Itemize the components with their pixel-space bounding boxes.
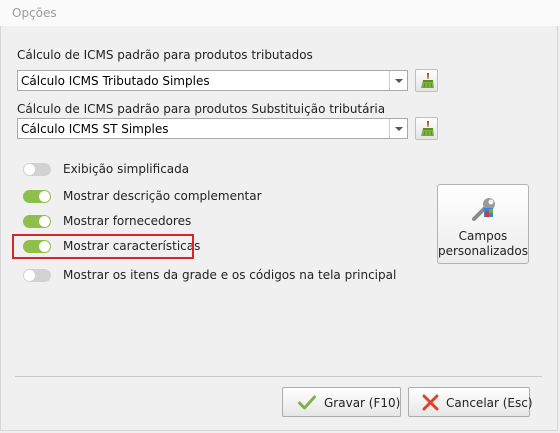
custom-fields-label-line2: personalizados: [438, 244, 529, 258]
custom-fields-button[interactable]: Campos personalizados: [437, 184, 529, 264]
toggle-knob: [39, 191, 50, 202]
toggle-exibicao-simplificada[interactable]: [23, 163, 51, 176]
icms-tributados-select[interactable]: Cálculo ICMS Tributado Simples: [17, 70, 408, 91]
toggle-label-fornecedores: Mostrar fornecedores: [63, 214, 192, 228]
toggle-knob: [24, 270, 35, 281]
window-title: Opções: [12, 6, 57, 20]
clear-icms-st-button[interactable]: [415, 117, 438, 140]
broom-icon: [421, 73, 434, 89]
toggle-itens-grade[interactable]: [23, 269, 51, 282]
toggle-label-itens-grade: Mostrar os itens da grade e os códigos n…: [63, 268, 397, 282]
icms-tributados-value: Cálculo ICMS Tributado Simples: [21, 74, 210, 88]
close-icon: [422, 394, 439, 411]
title-bar: Opções: [0, 0, 560, 26]
chevron-down-icon[interactable]: [389, 71, 407, 90]
highlight-box: [12, 234, 194, 259]
clear-icms-tributados-button[interactable]: [415, 69, 438, 92]
wrench-icon: [472, 198, 495, 221]
icms-tributados-label: Cálculo de ICMS padrão para produtos tri…: [17, 48, 313, 62]
toggle-knob: [24, 164, 35, 175]
toggle-fornecedores[interactable]: [23, 215, 51, 228]
custom-fields-label-line1: Campos: [458, 229, 508, 243]
cancel-button[interactable]: Cancelar (Esc): [408, 387, 533, 417]
footer-divider: [15, 376, 542, 377]
toggle-descricao-complementar[interactable]: [23, 190, 51, 203]
save-button[interactable]: Gravar (F10): [282, 387, 401, 417]
toggle-label-descricao-complementar: Mostrar descrição complementar: [63, 189, 262, 203]
save-button-label: Gravar (F10): [324, 396, 401, 410]
chevron-down-icon[interactable]: [389, 119, 407, 138]
check-icon: [298, 395, 316, 410]
toggle-label-exibicao-simplificada: Exibição simplificada: [63, 162, 190, 176]
broom-icon: [421, 121, 434, 137]
cancel-button-label: Cancelar (Esc): [446, 396, 533, 410]
toggle-knob: [39, 216, 50, 227]
icms-st-select[interactable]: Cálculo ICMS ST Simples: [17, 118, 408, 139]
icms-st-label: Cálculo de ICMS padrão para produtos Sub…: [17, 102, 386, 116]
icms-st-value: Cálculo ICMS ST Simples: [21, 122, 169, 136]
